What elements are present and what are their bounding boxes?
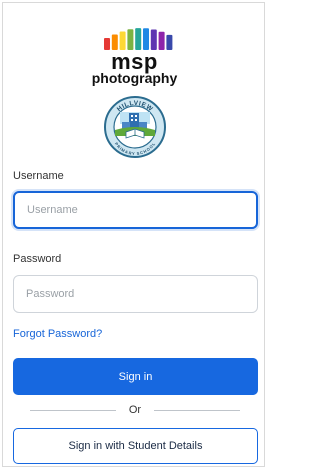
or-divider: Or [30,404,240,416]
logo-color-bar [143,28,149,50]
logo-color-bar [135,28,142,50]
logo-brand-subtext: photography [91,70,178,86]
sign-in-button[interactable]: Sign in [13,358,258,395]
logo-color-bar [150,29,157,50]
logo-color-bar [119,31,126,50]
logo-color-bar [111,34,118,50]
school-crest-logo: HILLVIEW PRIMARY SCHOOL [104,96,166,158]
msp-photography-logo: msp photography [0,26,269,86]
password-label: Password [13,253,62,265]
logo-color-bar [127,29,134,50]
username-label: Username [13,170,64,182]
password-input[interactable] [13,275,258,313]
logo-color-bar [166,34,173,50]
logo-color-bar [104,38,110,50]
username-input[interactable] [13,191,258,229]
logo-color-bar [158,31,165,50]
msp-color-bars-icon [104,28,173,50]
student-sign-in-button[interactable]: Sign in with Student Details [13,428,258,464]
or-text: Or [128,404,142,416]
forgot-password-link[interactable]: Forgot Password? [13,328,102,340]
